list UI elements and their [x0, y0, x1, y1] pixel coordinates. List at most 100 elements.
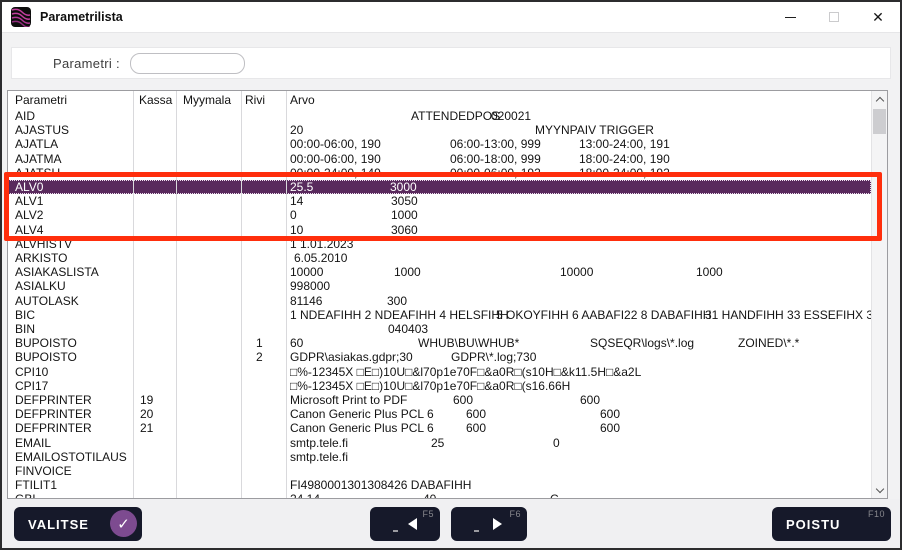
next-button[interactable]: F6 [451, 507, 527, 541]
table-row-cpi17[interactable]: CPI17□%-12345X □E□)10U□&l70p1e70F□&a0R□(… [8, 379, 871, 393]
scroll-down-icon[interactable] [877, 486, 884, 493]
cell-parametri: ASIALKU [15, 279, 66, 293]
cell-arvo-segment: 1 NDEAFIHH 2 NDEAFIHH 4 HELSFIHH [290, 308, 509, 322]
column-header-parametri[interactable]: Parametri [15, 93, 67, 107]
cell-arvo-segment: 0 [290, 208, 297, 222]
cell-arvo-segment: 14 [290, 194, 303, 208]
cell-arvo-segment: 0 [553, 436, 560, 450]
cell-arvo-segment: 18:00-24:00, 190 [579, 152, 670, 166]
poistu-label: POISTU [786, 517, 840, 532]
table-row-email[interactable]: EMAILsmtp.tele.fi250 [8, 436, 871, 450]
cell-arvo-segment: 25 [431, 436, 444, 450]
table-row-gbl[interactable]: GBL24.1440C [8, 492, 871, 498]
f5-key-label: F5 [422, 509, 434, 519]
table-row-ftilit1[interactable]: FTILIT1 FI4980001301308426 DABAFIHH [8, 478, 871, 492]
cell-arvo-segment: □%-12345X □E□)10U□&l70p1e70F□&a0R□(s16.6… [290, 379, 570, 393]
vertical-scrollbar[interactable] [871, 91, 887, 498]
cell-arvo-segment: 81146 [290, 294, 322, 308]
cell-parametri: EMAILOSTOTILAUS [15, 450, 127, 464]
cell-parametri: GBL [15, 492, 39, 498]
table-row-arkisto[interactable]: ARKISTO6.05.2010 [8, 251, 871, 265]
cell-kassa: 19 [140, 393, 153, 407]
cell-parametri: DEFPRINTER [15, 407, 92, 421]
scroll-up-icon[interactable] [877, 96, 884, 103]
cell-parametri: BIC [15, 308, 35, 322]
cell-arvo-segment: WHUB\BU\WHUB* [418, 336, 519, 350]
table-row-emailostotilaus[interactable]: EMAILOSTOTILAUSsmtp.tele.fi [8, 450, 871, 464]
table-row-ajastus[interactable]: AJASTUS20MYYNPAIV TRIGGER [8, 123, 871, 137]
table-row-finvoice[interactable]: FINVOICE [8, 464, 871, 478]
cell-arvo-segment: Canon Generic Plus PCL 6 [290, 407, 434, 421]
valitse-button[interactable]: VALITSE ✓ [14, 507, 142, 541]
cell-arvo-segment: FI4980001301308426 DABAFIHH [290, 478, 471, 492]
check-icon: ✓ [110, 510, 137, 537]
cell-arvo-segment: 600 [453, 393, 473, 407]
table-row-bin[interactable]: BIN040403 [8, 322, 871, 336]
table-row-alv0-selected[interactable]: ALV025.53000 [8, 180, 871, 194]
cell-arvo-segment: ATTENDEDPOS [411, 109, 500, 123]
table-row-defprinter[interactable]: DEFPRINTER19Microsoft Print to PDF600600 [8, 393, 871, 407]
cell-arvo-segment: 1000 [394, 265, 421, 279]
maximize-button[interactable] [812, 2, 856, 32]
scrollbar-thumb[interactable] [873, 109, 886, 134]
close-button[interactable]: ✕ [856, 2, 900, 32]
cell-arvo-segment: 3060 [391, 223, 418, 237]
table-row-ajatma[interactable]: AJATMA00:00-06:00, 19006:00-18:00, 99918… [8, 152, 871, 166]
cell-parametri: AJASTUS [15, 123, 69, 137]
cell-parametri: AID [15, 109, 35, 123]
cell-parametri: ALV1 [15, 194, 43, 208]
cell-arvo-segment: 600 [466, 407, 486, 421]
parametrilista-window: Parametrilista ✕ Parametri : ParametriKa… [0, 0, 902, 550]
column-header-rivi[interactable]: Rivi [245, 93, 265, 107]
table-row-ajatla[interactable]: AJATLA00:00-06:00, 19006:00-13:00, 99913… [8, 137, 871, 151]
cell-arvo-segment: 10000 [290, 265, 323, 279]
table-row-bupoisto[interactable]: BUPOISTO2GDPR\asiakas.gdpr;30GDPR\*.log;… [8, 350, 871, 364]
table-row-aid[interactable]: AID ATTENDEDPOS020021 [8, 109, 871, 123]
cell-arvo-segment: 300 [387, 294, 407, 308]
cell-parametri: FTILIT1 [15, 478, 57, 492]
cell-arvo-segment: 06:00-18:00, 999 [450, 152, 541, 166]
table-row-autolask[interactable]: AUTOLASK 81146 300 [8, 294, 871, 308]
cell-arvo-segment: 020021 [491, 109, 531, 123]
column-header-arvo[interactable]: Arvo [290, 93, 315, 107]
table-row-bic[interactable]: BIC1 NDEAFIHH 2 NDEAFIHH 4 HELSFIHH5 OKO… [8, 308, 871, 322]
poistu-button[interactable]: POISTU F10 [772, 507, 891, 541]
cell-parametri: AJATMA [15, 152, 61, 166]
f10-key-label: F10 [868, 509, 885, 519]
parametri-input[interactable] [130, 53, 245, 74]
minimize-button[interactable] [768, 2, 812, 32]
cell-arvo-segment: 3000 [390, 180, 417, 194]
cell-arvo-segment: 1000 [696, 265, 723, 279]
table-row-defprinter[interactable]: DEFPRINTER20Canon Generic Plus PCL 66006… [8, 407, 871, 421]
table-row-alv2[interactable]: ALV201000 [8, 208, 871, 222]
table-row-asiakaslista[interactable]: ASIAKASLISTA100001000100001000 [8, 265, 871, 279]
table-row-asialku[interactable]: ASIALKU 998000 [8, 279, 871, 293]
column-header-myymala[interactable]: Myymala [183, 93, 231, 107]
table-row-alv1[interactable]: ALV1143050 [8, 194, 871, 208]
footer-bar: VALITSE ✓ F5 F6 POISTU F10 [2, 499, 900, 548]
table-row-cpi10[interactable]: CPI10□%-12345X □E□)10U□&l70p1e70F□&a0R□(… [8, 365, 871, 379]
cell-arvo-segment: 00:00-06:00, 190 [290, 137, 381, 151]
cell-arvo-segment: 600 [580, 393, 600, 407]
cell-arvo-segment: 998000 [290, 279, 330, 293]
cell-parametri: AUTOLASK [15, 294, 79, 308]
cell-arvo-segment: 600 [466, 421, 486, 435]
table-row-bupoisto[interactable]: BUPOISTO160WHUB\BU\WHUB*SQSEQR\logs\*.lo… [8, 336, 871, 350]
table-header: Parametri Kassa Myymala Rivi Arvo [8, 91, 871, 109]
cell-arvo-segment: 600 [600, 407, 620, 421]
table-row-alv4[interactable]: ALV4103060 [8, 223, 871, 237]
table-row-alvhistv[interactable]: ALVHISTV11.01.2023 [8, 237, 871, 251]
cell-arvo-segment: C [550, 492, 559, 498]
cell-arvo-segment: Canon Generic Plus PCL 6 [290, 421, 434, 435]
cell-arvo-segment: 20 [290, 123, 303, 137]
table-row-ajatsu[interactable]: AJATSU00:00-24:00, 14900:00-06:00, 19218… [8, 166, 871, 180]
cell-parametri: ALV2 [15, 208, 43, 222]
cell-arvo-segment: 18:00-24:00, 192 [579, 166, 670, 180]
cell-arvo-segment: 06:00-13:00, 999 [450, 137, 541, 151]
table-body: AIDATTENDEDPOS020021AJASTUS20MYYNPAIV TR… [8, 109, 871, 498]
cell-parametri: FINVOICE [15, 464, 72, 478]
previous-button[interactable]: F5 [370, 507, 440, 541]
table-row-defprinter[interactable]: DEFPRINTER21Canon Generic Plus PCL 66006… [8, 421, 871, 435]
column-header-kassa[interactable]: Kassa [139, 93, 172, 107]
cell-arvo-segment: □%-12345X □E□)10U□&l70p1e70F□&a0R□(s10H□… [290, 365, 641, 379]
